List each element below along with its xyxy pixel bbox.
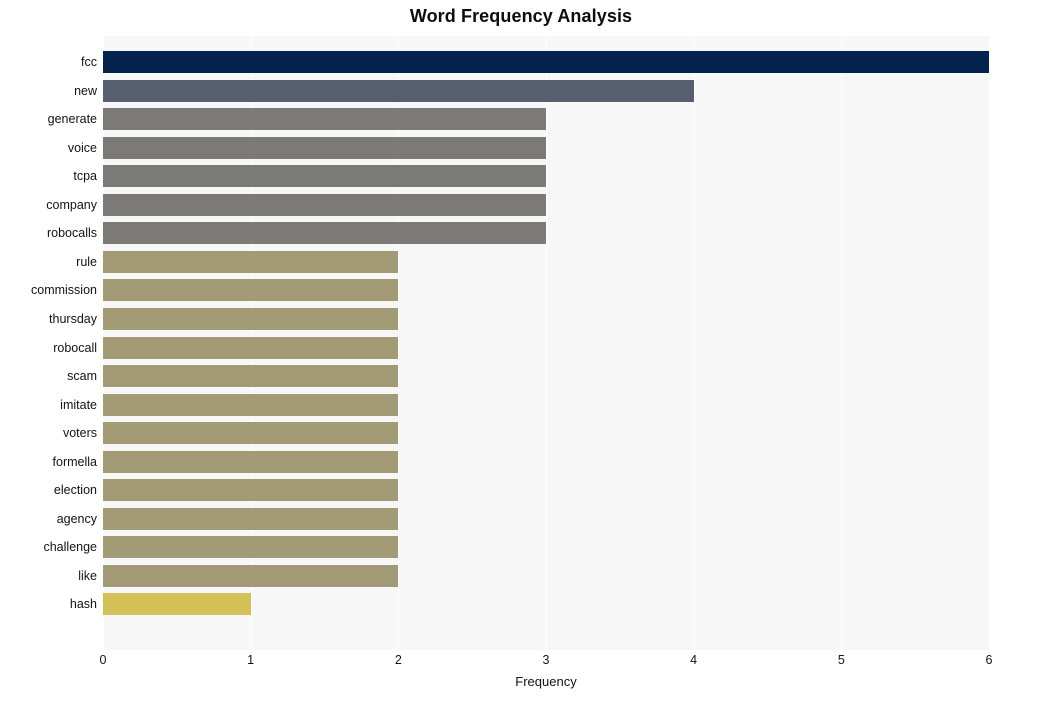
bar [103,507,399,530]
bar [103,536,399,559]
x-tick-label: 5 [837,653,845,667]
y-tick-label: thursday [49,311,97,326]
x-axis-label: Frequency [515,674,577,689]
bar [103,136,546,159]
chart-title: Word Frequency Analysis [409,6,633,26]
gridline-x-4 [693,36,695,650]
y-tick-label: voters [62,426,97,441]
y-axis-tick-labels: fcc new generate voice tcpa company robocalls r… [0,36,97,650]
bar [103,365,399,388]
y-tick-label: agency [56,511,97,526]
y-tick-label: commission [31,283,97,298]
y-tick-label: fcc [81,55,97,69]
y-tick-label: formella [52,454,97,469]
x-axis-tick-labels: 0 1 2 3 4 5 6 [100,650,993,674]
y-tick-label: challenge [43,540,97,555]
bar [103,279,399,302]
plot-area [103,36,989,650]
y-tick-label: election [53,483,97,498]
bar [103,422,399,445]
y-tick-label: tcpa [73,169,97,184]
bar [103,193,546,216]
word-frequency-bar-chart: Word Frequency Analysis fcc new generate vo… [0,0,1042,701]
y-tick-label: like [78,568,97,583]
y-tick-label: robocalls [46,226,97,241]
bar [103,79,694,102]
bar [103,450,399,473]
bar [103,222,546,245]
x-tick-label: 3 [542,653,550,667]
bar [103,393,399,416]
y-tick-label: rule [76,254,97,269]
bar [103,479,399,502]
x-tick-label: 1 [247,653,255,667]
gridline-x-5 [841,36,843,650]
y-tick-label: new [74,83,97,98]
bar [103,564,399,587]
y-tick-label: imitate [60,397,97,412]
bar [103,51,989,73]
x-tick-label: 2 [394,653,402,667]
bar [103,250,399,273]
x-tick-label: 6 [985,653,993,667]
bar [103,593,251,616]
y-tick-label: scam [67,369,97,384]
x-tick-label: 0 [99,653,107,667]
bar [103,336,399,359]
bar [103,307,399,330]
y-tick-label: company [46,197,97,212]
y-tick-label: generate [47,112,97,127]
y-tick-label: robocall [53,340,97,355]
gridline-x-3 [546,36,547,650]
bar [103,165,546,188]
y-tick-label: hash [69,597,97,612]
x-tick-label: 4 [690,653,698,667]
bar [103,108,546,131]
y-tick-label: voice [67,140,97,155]
